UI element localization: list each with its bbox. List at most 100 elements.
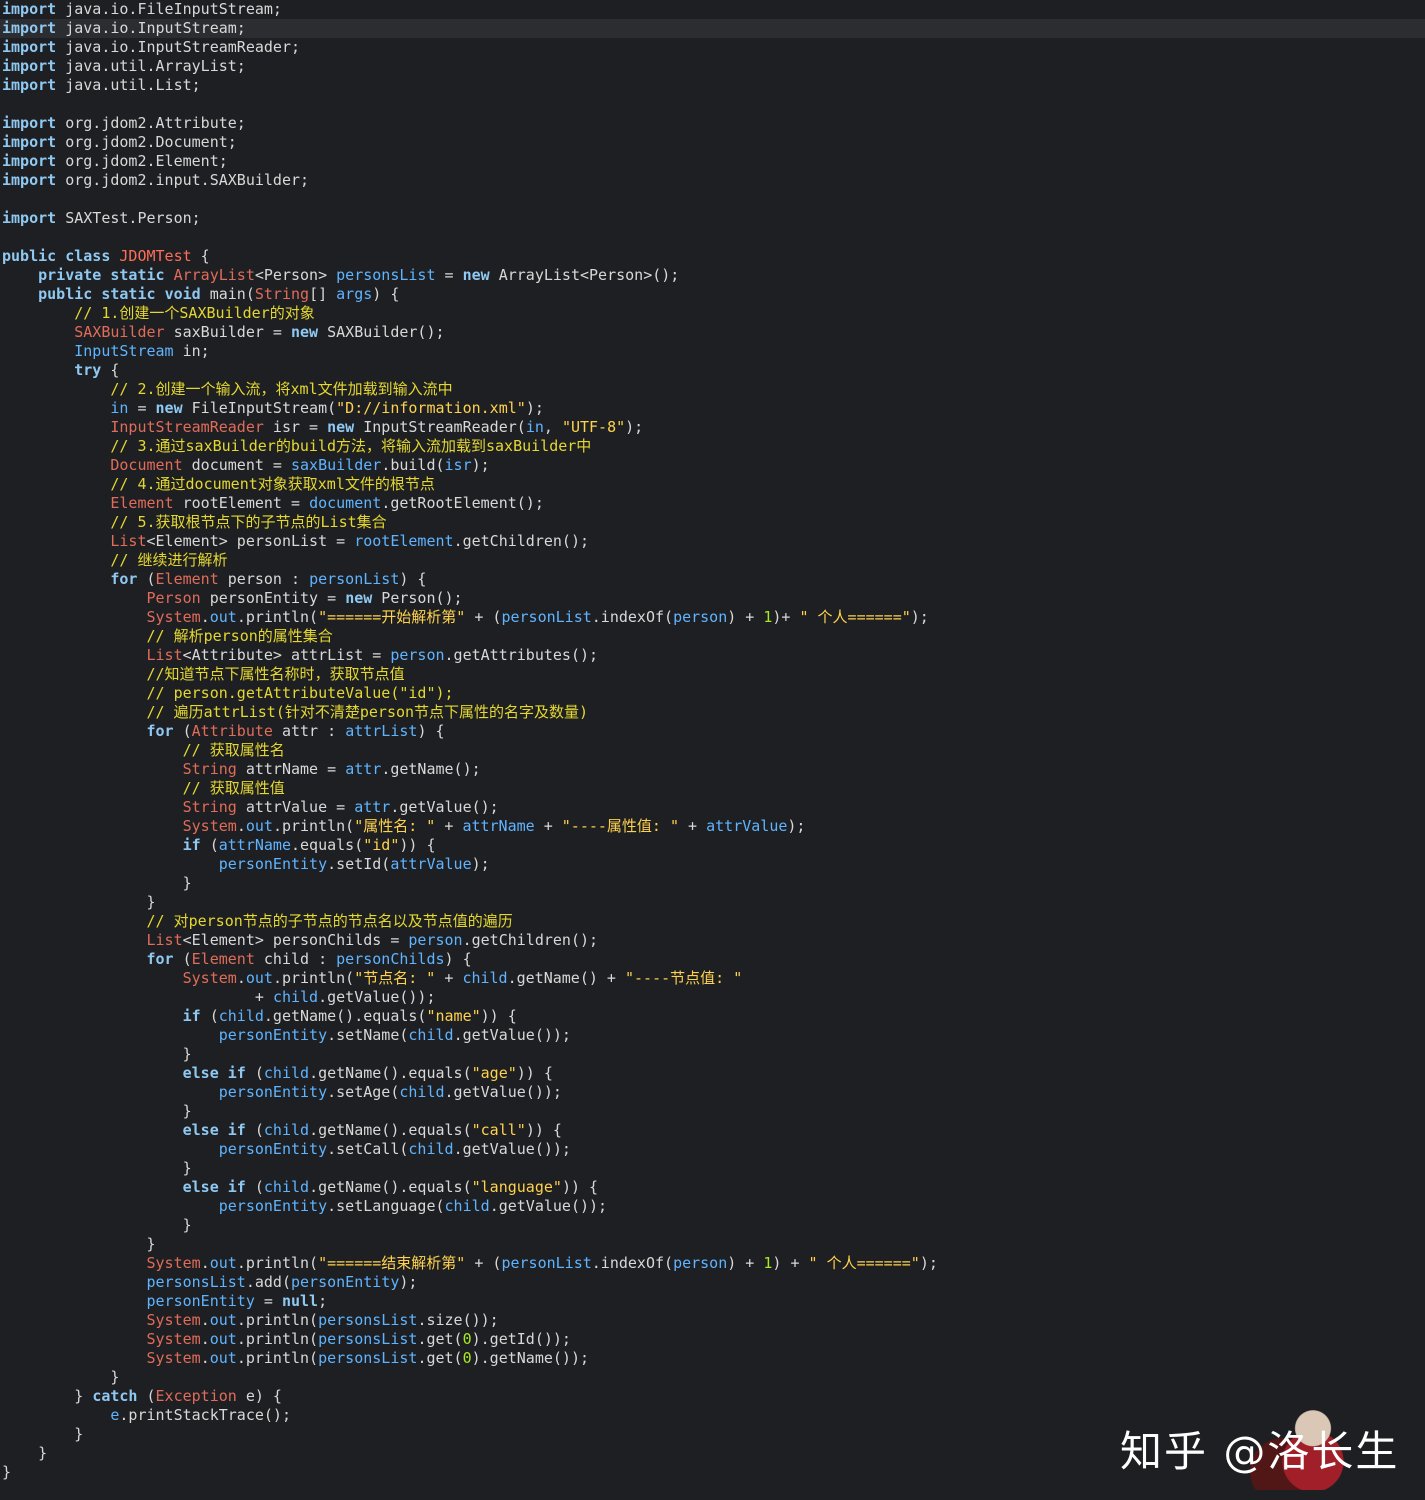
code-line[interactable]: personEntity.setAge(child.getValue()); (0, 1083, 1425, 1102)
code-token: { (101, 361, 120, 379)
code-token: "name" (426, 1007, 481, 1025)
code-token: System (146, 608, 201, 626)
code-line[interactable]: List<Attribute> attrList = person.getAtt… (0, 646, 1425, 665)
code-line[interactable]: String attrName = attr.getName(); (0, 760, 1425, 779)
code-token: person (390, 646, 445, 664)
code-line[interactable]: import java.util.ArrayList; (0, 57, 1425, 76)
code-line[interactable]: System.out.println("======结束解析第" + (pers… (0, 1254, 1425, 1273)
code-line[interactable]: } (0, 1368, 1425, 1387)
code-line[interactable]: import SAXTest.Person; (0, 209, 1425, 228)
code-line[interactable]: else if (child.getName().equals("call"))… (0, 1121, 1425, 1140)
code-line[interactable]: System.out.println("节点名: " + child.getNa… (0, 969, 1425, 988)
code-line[interactable]: + child.getValue()); (0, 988, 1425, 1007)
code-line[interactable]: if (child.getName().equals("name")) { (0, 1007, 1425, 1026)
code-line[interactable]: List<Element> personList = rootElement.g… (0, 532, 1425, 551)
code-line[interactable]: } (0, 1235, 1425, 1254)
code-line[interactable]: } (0, 874, 1425, 893)
code-token: child (408, 1140, 454, 1158)
code-line[interactable]: try { (0, 361, 1425, 380)
code-token: import (2, 209, 57, 227)
code-line[interactable]: import org.jdom2.input.SAXBuilder; (0, 171, 1425, 190)
code-line[interactable]: public class JDOMTest { (0, 247, 1425, 266)
code-line[interactable]: personsList.add(personEntity); (0, 1273, 1425, 1292)
code-line[interactable]: // 继续进行解析 (0, 551, 1425, 570)
code-line[interactable]: if (attrName.equals("id")) { (0, 836, 1425, 855)
code-line[interactable]: personEntity = null; (0, 1292, 1425, 1311)
code-line[interactable] (0, 190, 1425, 209)
code-line[interactable]: import org.jdom2.Document; (0, 133, 1425, 152)
code-token: .getValue()); (453, 1026, 571, 1044)
code-line[interactable]: else if (child.getName().equals("age")) … (0, 1064, 1425, 1083)
code-line[interactable]: // 3.通过saxBuilder的build方法，将输入流加载到saxBuil… (0, 437, 1425, 456)
code-token: .getName() + (507, 969, 625, 987)
code-line[interactable]: // 4.通过document对象获取xml文件的根节点 (0, 475, 1425, 494)
code-line[interactable]: // 解析person的属性集合 (0, 627, 1425, 646)
code-line[interactable]: } (0, 1159, 1425, 1178)
code-line[interactable]: System.out.println(personsList.get(0).ge… (0, 1349, 1425, 1368)
code-line[interactable] (0, 228, 1425, 247)
code-line[interactable]: } (0, 1045, 1425, 1064)
code-line[interactable]: private static ArrayList<Person> persons… (0, 266, 1425, 285)
code-token: .getValue()); (489, 1197, 608, 1215)
code-line[interactable]: // 获取属性值 (0, 779, 1425, 798)
code-line[interactable]: } catch (Exception e) { (0, 1387, 1425, 1406)
code-token: .println( (272, 969, 355, 987)
code-line[interactable]: personEntity.setName(child.getValue()); (0, 1026, 1425, 1045)
code-line[interactable]: in = new FileInputStream("D://informatio… (0, 399, 1425, 418)
code-token: .get( (417, 1330, 463, 1348)
code-line[interactable]: String attrValue = attr.getValue(); (0, 798, 1425, 817)
code-token: . (200, 1349, 210, 1367)
code-token: "id" (363, 836, 400, 854)
code-line[interactable]: // 获取属性名 (0, 741, 1425, 760)
code-line[interactable]: for (Element person : personList) { (0, 570, 1425, 589)
code-line[interactable]: System.out.println(personsList.get(0).ge… (0, 1330, 1425, 1349)
code-line[interactable]: } (0, 1216, 1425, 1235)
code-line[interactable]: System.out.println("======开始解析第" + (pers… (0, 608, 1425, 627)
code-line[interactable]: Element rootElement = document.getRootEl… (0, 494, 1425, 513)
current-code-line[interactable]: import java.io.InputStream; (0, 19, 1425, 38)
code-line[interactable]: import java.io.FileInputStream; (0, 0, 1425, 19)
code-token: person (673, 1254, 728, 1272)
code-token: import (2, 171, 57, 189)
code-line[interactable]: import java.io.InputStreamReader; (0, 38, 1425, 57)
code-line[interactable]: Person personEntity = new Person(); (0, 589, 1425, 608)
code-line[interactable] (0, 95, 1425, 114)
code-line[interactable]: InputStreamReader isr = new InputStreamR… (0, 418, 1425, 437)
code-line[interactable]: } (0, 1102, 1425, 1121)
code-line[interactable]: personEntity.setLanguage(child.getValue(… (0, 1197, 1425, 1216)
code-line[interactable]: public static void main(String[] args) { (0, 285, 1425, 304)
code-line[interactable]: //知道节点下属性名称时，获取节点值 (0, 665, 1425, 684)
code-token: args (336, 285, 373, 303)
code-token: .setLanguage( (327, 1197, 445, 1215)
code-line[interactable]: // 5.获取根节点下的子节点的List集合 (0, 513, 1425, 532)
code-line[interactable]: System.out.println("属性名: " + attrName + … (0, 817, 1425, 836)
code-line[interactable]: personEntity.setId(attrValue); (0, 855, 1425, 874)
code-line[interactable]: // 对person节点的子节点的节点名以及节点值的遍历 (0, 912, 1425, 931)
code-line[interactable]: List<Element> personChilds = person.getC… (0, 931, 1425, 950)
code-line[interactable]: // person.getAttributeValue("id"); (0, 684, 1425, 703)
code-line[interactable]: import org.jdom2.Attribute; (0, 114, 1425, 133)
code-lines[interactable]: import java.io.FileInputStream; import ja… (0, 0, 1425, 1482)
code-line[interactable]: // 1.创建一个SAXBuilder的对象 (0, 304, 1425, 323)
code-line[interactable]: Document document = saxBuilder.build(isr… (0, 456, 1425, 475)
code-line[interactable]: InputStream in; (0, 342, 1425, 361)
code-line[interactable]: for (Element child : personChilds) { (0, 950, 1425, 969)
code-token: Person (146, 589, 201, 607)
code-editor[interactable]: import java.io.FileInputStream; import ja… (0, 0, 1425, 1500)
code-line[interactable]: else if (child.getName().equals("languag… (0, 1178, 1425, 1197)
code-line[interactable]: } (0, 893, 1425, 912)
code-line[interactable]: personEntity.setCall(child.getValue()); (0, 1140, 1425, 1159)
code-line[interactable]: // 遍历attrList(针对不清楚person节点下属性的名字及数量) (0, 703, 1425, 722)
code-token: catch (92, 1387, 138, 1405)
code-line[interactable]: System.out.println(personsList.size()); (0, 1311, 1425, 1330)
code-line[interactable]: import org.jdom2.Element; (0, 152, 1425, 171)
code-token: static (101, 285, 156, 303)
code-line[interactable]: for (Attribute attr : attrList) { (0, 722, 1425, 741)
code-line[interactable]: import java.util.List; (0, 76, 1425, 95)
code-line[interactable]: // 2.创建一个输入流，将xml文件加载到输入流中 (0, 380, 1425, 399)
code-line[interactable]: SAXBuilder saxBuilder = new SAXBuilder()… (0, 323, 1425, 342)
